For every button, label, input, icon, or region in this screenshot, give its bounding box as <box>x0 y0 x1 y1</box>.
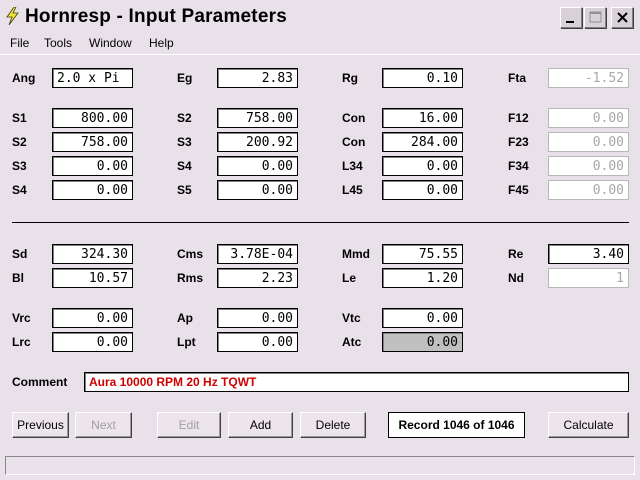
re-label: Re <box>508 247 524 261</box>
f12-label: F12 <box>508 111 529 125</box>
eg-field[interactable]: 2.83 <box>217 68 298 88</box>
f12-field: 0.00 <box>548 108 629 128</box>
s4-field[interactable]: 0.00 <box>217 156 298 176</box>
s2-segment2-field[interactable]: 758.00 <box>52 132 133 152</box>
sd-label: Sd <box>12 247 28 261</box>
add-button[interactable]: Add <box>228 412 293 438</box>
delete-button[interactable]: Delete <box>300 412 366 438</box>
f45-label: F45 <box>508 183 529 197</box>
f34-field: 0.00 <box>548 156 629 176</box>
con1-field[interactable]: 16.00 <box>382 108 463 128</box>
vtc-field[interactable]: 0.00 <box>382 308 463 328</box>
nd-field: 1 <box>548 268 629 288</box>
s3-segment3-label: S3 <box>12 159 27 173</box>
status-bar <box>5 456 635 475</box>
comment-label: Comment <box>12 375 68 389</box>
mmd-label: Mmd <box>342 247 370 261</box>
rg-label: Rg <box>342 71 358 85</box>
s1-field[interactable]: 800.00 <box>52 108 133 128</box>
ap-label: Ap <box>177 311 193 325</box>
s4-label: S4 <box>177 159 192 173</box>
s2-segment2-label: S2 <box>12 135 27 149</box>
s2-field[interactable]: 758.00 <box>217 108 298 128</box>
menu-bar: File Tools Window Help <box>0 34 640 54</box>
lrc-field[interactable]: 0.00 <box>52 332 133 352</box>
s4-segment4-label: S4 <box>12 183 27 197</box>
app-lightning-icon <box>6 7 19 25</box>
vtc-label: Vtc <box>342 311 361 325</box>
rg-field[interactable]: 0.10 <box>382 68 463 88</box>
close-icon <box>617 12 628 23</box>
ang-field[interactable]: 2.0 x Pi <box>52 68 133 88</box>
f45-field: 0.00 <box>548 180 629 200</box>
f23-label: F23 <box>508 135 529 149</box>
cms-label: Cms <box>177 247 204 261</box>
le-field[interactable]: 1.20 <box>382 268 463 288</box>
fta-label: Fta <box>508 71 526 85</box>
eg-label: Eg <box>177 71 193 85</box>
ap-field[interactable]: 0.00 <box>217 308 298 328</box>
fta-field: -1.52 <box>548 68 629 88</box>
edit-button[interactable]: Edit <box>157 412 221 438</box>
l34-label: L34 <box>342 159 363 173</box>
atc-label: Atc <box>342 335 362 349</box>
bl-label: Bl <box>12 271 24 285</box>
window-title: Hornresp - Input Parameters <box>25 6 287 27</box>
title-bar: Hornresp - Input Parameters <box>0 0 640 34</box>
con2-field[interactable]: 284.00 <box>382 132 463 152</box>
con1-label: Con <box>342 111 366 125</box>
s3-segment3-field[interactable]: 0.00 <box>52 156 133 176</box>
cms-field[interactable]: 3.78E-04 <box>217 244 298 264</box>
nd-label: Nd <box>508 271 524 285</box>
s1-label: S1 <box>12 111 27 125</box>
l34-field[interactable]: 0.00 <box>382 156 463 176</box>
l45-label: L45 <box>342 183 363 197</box>
menu-window[interactable]: Window <box>89 36 132 50</box>
section-divider <box>12 222 629 223</box>
f34-label: F34 <box>508 159 529 173</box>
rms-label: Rms <box>177 271 204 285</box>
sd-field[interactable]: 324.30 <box>52 244 133 264</box>
comment-field[interactable]: Aura 10000 RPM 20 Hz TQWT <box>84 372 629 392</box>
menu-help[interactable]: Help <box>149 36 174 50</box>
mmd-field[interactable]: 75.55 <box>382 244 463 264</box>
s5-field[interactable]: 0.00 <box>217 180 298 200</box>
le-label: Le <box>342 271 357 285</box>
s4-segment4-field[interactable]: 0.00 <box>52 180 133 200</box>
lpt-field[interactable]: 0.00 <box>217 332 298 352</box>
atc-field[interactable]: 0.00 <box>382 332 463 352</box>
s3-label: S3 <box>177 135 192 149</box>
maximize-button[interactable] <box>584 7 606 28</box>
close-button[interactable] <box>611 7 633 28</box>
menu-file[interactable]: File <box>10 36 29 50</box>
ang-label: Ang <box>12 71 36 85</box>
bl-field[interactable]: 10.57 <box>52 268 133 288</box>
minimize-button[interactable] <box>560 7 582 28</box>
menu-tools[interactable]: Tools <box>44 36 72 50</box>
lpt-label: Lpt <box>177 335 196 349</box>
f23-field: 0.00 <box>548 132 629 152</box>
s3-field[interactable]: 200.92 <box>217 132 298 152</box>
s2-label: S2 <box>177 111 192 125</box>
previous-button[interactable]: Previous <box>12 412 69 438</box>
l45-field[interactable]: 0.00 <box>382 180 463 200</box>
next-button[interactable]: Next <box>75 412 132 438</box>
re-field[interactable]: 3.40 <box>548 244 629 264</box>
calculate-button[interactable]: Calculate <box>548 412 629 438</box>
maximize-icon <box>589 11 602 23</box>
rms-field[interactable]: 2.23 <box>217 268 298 288</box>
record-indicator: Record 1046 of 1046 <box>388 412 525 438</box>
vrc-label: Vrc <box>12 311 31 325</box>
con2-label: Con <box>342 135 366 149</box>
vrc-field[interactable]: 0.00 <box>52 308 133 328</box>
s5-label: S5 <box>177 183 192 197</box>
minimize-icon <box>566 21 574 23</box>
lrc-label: Lrc <box>12 335 31 349</box>
